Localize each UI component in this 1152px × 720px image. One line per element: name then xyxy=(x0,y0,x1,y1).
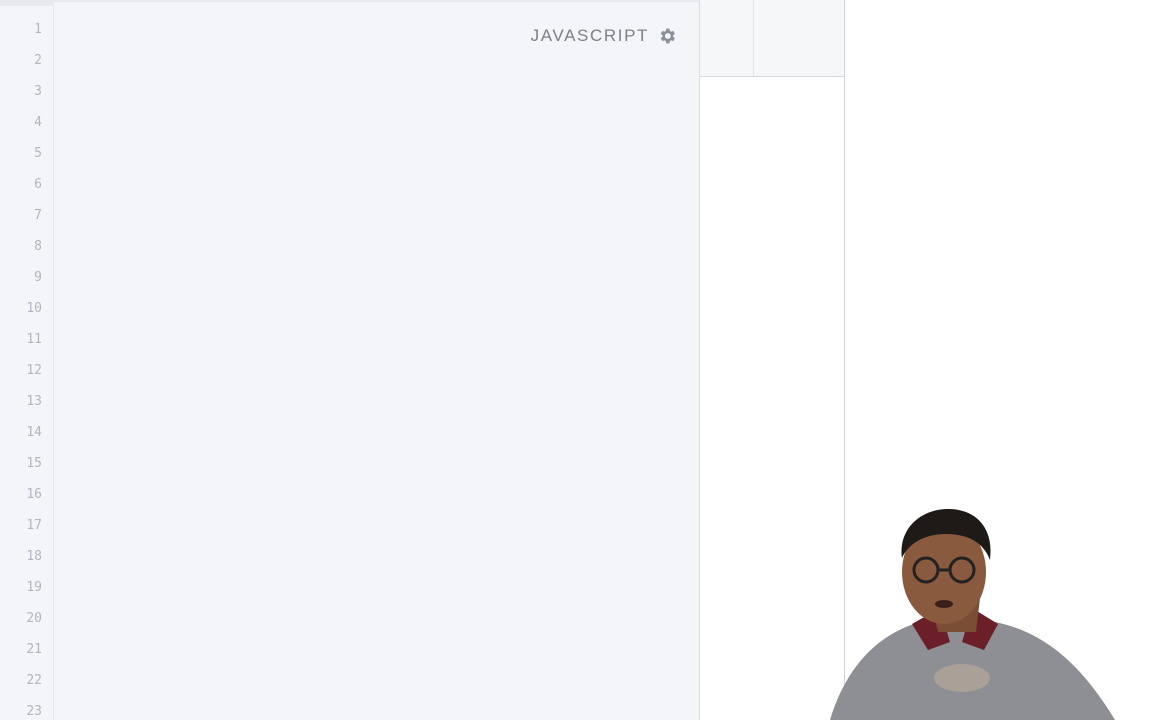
line-number: 13 xyxy=(26,394,42,409)
line-number: 16 xyxy=(26,487,42,502)
line-number: 6 xyxy=(34,177,42,192)
code-text-area[interactable]: JAVASCRIPT xyxy=(55,2,699,720)
line-number: 19 xyxy=(26,580,42,595)
app-window: 1 2 3 4 5 6 7 8 9 10 11 12 13 14 15 16 17 18 19 20 21 22 23 JA… xyxy=(0,0,1152,720)
output-panel-header xyxy=(700,0,844,77)
line-number: 23 xyxy=(26,704,42,719)
line-number: 4 xyxy=(34,115,42,130)
line-number: 21 xyxy=(26,642,42,657)
gutter-top-border xyxy=(0,2,54,6)
line-number: 1 xyxy=(34,22,42,37)
line-number: 10 xyxy=(26,301,42,316)
code-editor[interactable]: 1 2 3 4 5 6 7 8 9 10 11 12 13 14 15 16 17 18 19 20 21 22 23 JA… xyxy=(0,0,700,720)
line-number: 9 xyxy=(34,270,42,285)
line-number: 7 xyxy=(34,208,42,223)
line-number: 8 xyxy=(34,239,42,254)
line-number: 18 xyxy=(26,549,42,564)
line-number: 12 xyxy=(26,363,42,378)
line-number: 20 xyxy=(26,611,42,626)
panel-tab[interactable] xyxy=(754,0,844,76)
line-number-gutter: 1 2 3 4 5 6 7 8 9 10 11 12 13 14 15 16 17 18 19 20 21 22 23 xyxy=(0,2,54,720)
output-panel xyxy=(700,0,845,720)
line-number: 5 xyxy=(34,146,42,161)
line-number: 3 xyxy=(34,84,42,99)
line-number: 2 xyxy=(34,53,42,68)
line-number: 22 xyxy=(26,673,42,688)
panel-tab[interactable] xyxy=(700,0,754,76)
line-number: 17 xyxy=(26,518,42,533)
line-number: 14 xyxy=(26,425,42,440)
line-number: 11 xyxy=(26,332,42,347)
language-indicator: JAVASCRIPT xyxy=(531,26,677,46)
line-number: 15 xyxy=(26,456,42,471)
gear-icon[interactable] xyxy=(657,26,677,46)
language-label: JAVASCRIPT xyxy=(530,26,649,45)
